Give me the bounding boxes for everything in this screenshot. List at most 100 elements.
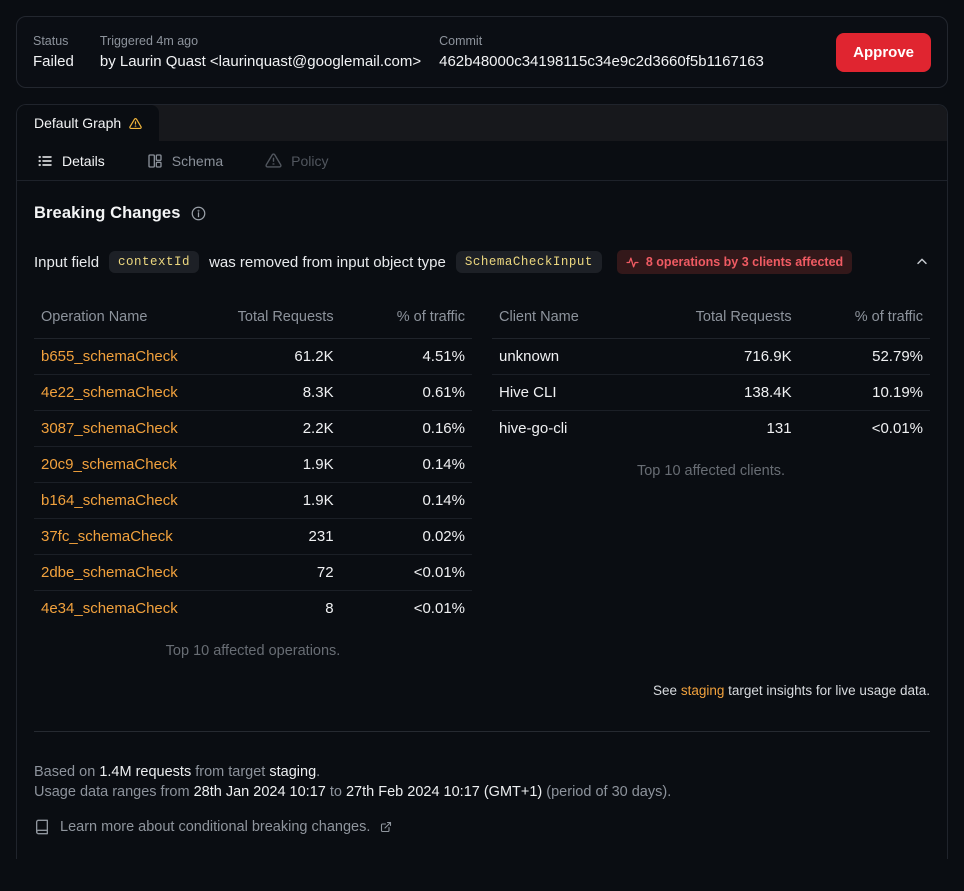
change-middle: was removed from input object type (209, 254, 446, 271)
usage-range-line: Usage data ranges from 28th Jan 2024 10:… (34, 782, 930, 802)
tab-details[interactable]: Details (37, 153, 105, 169)
see-insights-note: See staging target insights for live usa… (34, 683, 930, 698)
clients-caption: Top 10 affected clients. (492, 446, 930, 489)
triggered-by: by Laurin Quast <laurinquast@googlemail.… (100, 52, 421, 71)
client-requests: 138.4K (676, 375, 799, 411)
commit-label: Commit (439, 34, 836, 49)
tab-policy[interactable]: Policy (265, 152, 328, 169)
client-traffic: 52.79% (799, 339, 930, 375)
operations-header-name: Operation Name (34, 300, 218, 339)
operation-traffic: 4.51% (341, 339, 472, 375)
operation-traffic: 0.02% (341, 519, 472, 555)
operation-requests: 61.2K (218, 339, 341, 375)
table-row: hive-go-cli 131 <0.01% (492, 411, 930, 447)
view-tabs: Details Schema Policy (17, 141, 947, 181)
based-suffix: . (316, 764, 320, 780)
operation-requests: 231 (218, 519, 341, 555)
range-suffix: (period of 30 days). (542, 784, 671, 800)
learn-more-link[interactable]: Learn more about conditional breaking ch… (60, 819, 370, 835)
table-row: Hive CLI 138.4K 10.19% (492, 375, 930, 411)
policy-alert-icon (265, 152, 282, 169)
table-row: b164_schemaCheck 1.9K 0.14% (34, 483, 472, 519)
table-row: 4e22_schemaCheck 8.3K 0.61% (34, 375, 472, 411)
client-name: Hive CLI (492, 375, 676, 411)
chevron-up-icon[interactable] (914, 254, 930, 270)
see-insights-prefix: See (653, 683, 681, 698)
learn-more-row[interactable]: Learn more about conditional breaking ch… (34, 819, 930, 835)
client-requests: 716.9K (676, 339, 799, 375)
status-block: Status Failed (33, 34, 74, 71)
operation-traffic: 0.61% (341, 375, 472, 411)
breaking-changes-title: Breaking Changes (34, 204, 180, 223)
warning-triangle-icon (129, 117, 142, 130)
clients-table: Client Name Total Requests % of traffic … (492, 300, 930, 446)
based-middle: from target (191, 764, 269, 780)
check-summary-card: Status Failed Triggered 4m ago by Laurin… (16, 16, 948, 88)
operation-requests: 8 (218, 591, 341, 627)
table-row: 4e34_schemaCheck 8 <0.01% (34, 591, 472, 627)
graph-tab-label: Default Graph (34, 115, 121, 131)
operation-link[interactable]: 2dbe_schemaCheck (41, 564, 178, 581)
status-label: Status (33, 34, 74, 49)
based-prefix: Based on (34, 764, 99, 780)
tab-details-label: Details (62, 153, 105, 169)
operation-link[interactable]: 37fc_schemaCheck (41, 528, 173, 545)
operations-header-traffic: % of traffic (341, 300, 472, 339)
affected-operations-badge[interactable]: 8 operations by 3 clients affected (617, 250, 852, 274)
table-row: unknown 716.9K 52.79% (492, 339, 930, 375)
breaking-change-row: Input field contextId was removed from i… (34, 250, 930, 274)
affected-operations-column: Operation Name Total Requests % of traff… (34, 300, 472, 669)
clients-header-requests: Total Requests (676, 300, 799, 339)
operations-table: Operation Name Total Requests % of traff… (34, 300, 472, 626)
commit-block: Commit 462b48000c34198115c34e9c2d3660f5b… (439, 34, 836, 71)
operation-requests: 1.9K (218, 447, 341, 483)
client-name: hive-go-cli (492, 411, 676, 447)
affected-badge-label: 8 operations by 3 clients affected (646, 255, 843, 269)
operation-link[interactable]: 3087_schemaCheck (41, 420, 178, 437)
based-target: staging (269, 764, 316, 780)
based-on-line: Based on 1.4M requests from target stagi… (34, 762, 930, 782)
list-icon (37, 153, 53, 169)
affected-clients-column: Client Name Total Requests % of traffic … (492, 300, 930, 489)
operation-link[interactable]: 4e22_schemaCheck (41, 384, 178, 401)
approve-button[interactable]: Approve (836, 33, 931, 72)
tab-schema[interactable]: Schema (147, 153, 223, 169)
operation-requests: 8.3K (218, 375, 341, 411)
table-row: 37fc_schemaCheck 231 0.02% (34, 519, 472, 555)
operation-requests: 2.2K (218, 411, 341, 447)
range-to: to (326, 784, 346, 800)
see-insights-suffix: target insights for live usage data. (724, 683, 930, 698)
operation-link[interactable]: b164_schemaCheck (41, 492, 178, 509)
section-divider (34, 731, 930, 732)
commit-hash: 462b48000c34198115c34e9c2d3660f5b1167163 (439, 52, 836, 71)
pulse-icon (626, 256, 639, 269)
clients-header-traffic: % of traffic (799, 300, 930, 339)
client-traffic: <0.01% (799, 411, 930, 447)
tab-default-graph[interactable]: Default Graph (17, 105, 159, 141)
operation-traffic: <0.01% (341, 555, 472, 591)
operation-traffic: 0.14% (341, 447, 472, 483)
operation-traffic: 0.16% (341, 411, 472, 447)
operation-traffic: <0.01% (341, 591, 472, 627)
table-row: b655_schemaCheck 61.2K 4.51% (34, 339, 472, 375)
type-code-badge: SchemaCheckInput (456, 251, 602, 273)
table-row: 3087_schemaCheck 2.2K 0.16% (34, 411, 472, 447)
table-row: 2dbe_schemaCheck 72 <0.01% (34, 555, 472, 591)
field-code-badge: contextId (109, 251, 199, 273)
range-end: 27th Feb 2024 10:17 (GMT+1) (346, 784, 542, 800)
staging-target-link[interactable]: staging (681, 683, 725, 698)
operation-link[interactable]: 20c9_schemaCheck (41, 456, 177, 473)
client-requests: 131 (676, 411, 799, 447)
operation-link[interactable]: b655_schemaCheck (41, 348, 178, 365)
status-value: Failed (33, 52, 74, 71)
operations-caption: Top 10 affected operations. (34, 626, 472, 669)
operations-header-requests: Total Requests (218, 300, 341, 339)
clients-header-name: Client Name (492, 300, 676, 339)
operation-link[interactable]: 4e34_schemaCheck (41, 600, 178, 617)
tab-policy-label: Policy (291, 153, 328, 169)
info-icon[interactable] (191, 206, 206, 221)
operation-requests: 72 (218, 555, 341, 591)
table-row: 20c9_schemaCheck 1.9K 0.14% (34, 447, 472, 483)
change-prefix: Input field (34, 254, 99, 271)
range-start: 28th Jan 2024 10:17 (194, 784, 326, 800)
